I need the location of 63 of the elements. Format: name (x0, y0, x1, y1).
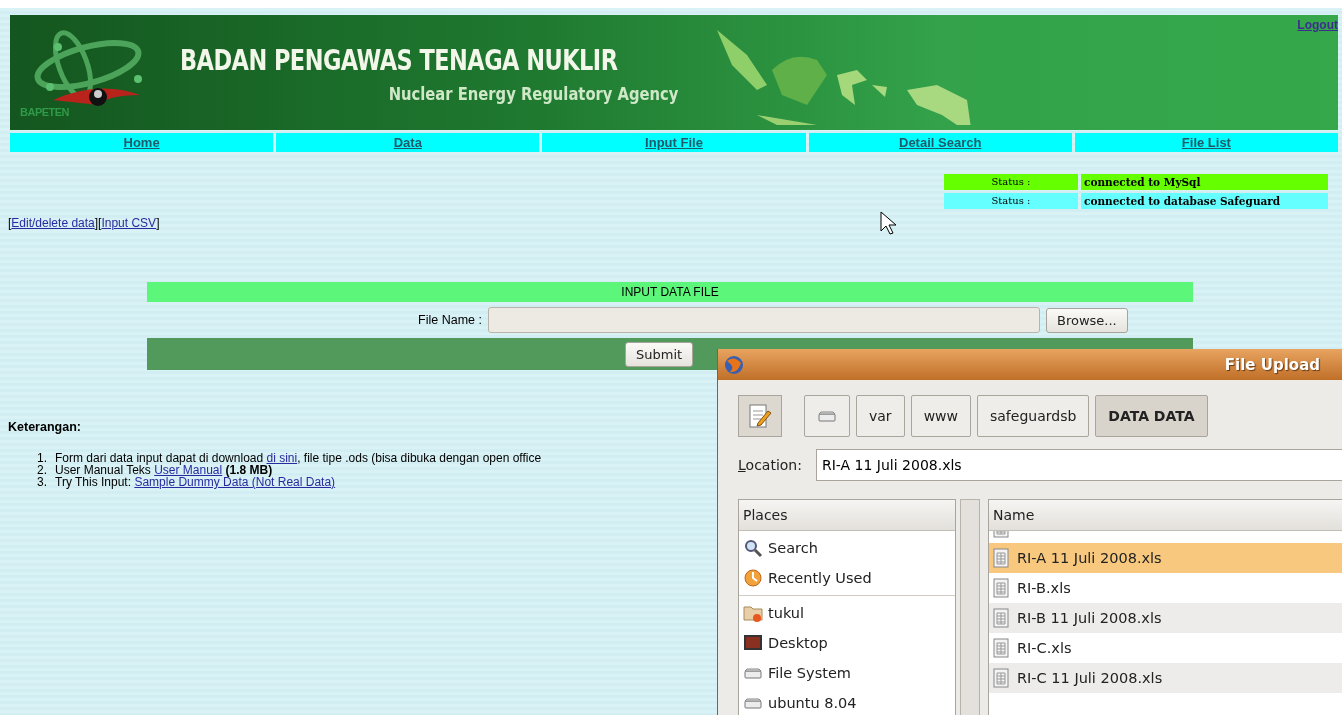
drive-path-button[interactable] (804, 395, 850, 437)
nav-link[interactable]: Input File (542, 133, 806, 152)
places-header: Places (739, 500, 955, 531)
status-value: connected to database Safeguard (1081, 193, 1328, 209)
file-row[interactable]: RI-B 11 Juli 2008.xls (989, 603, 1342, 633)
link[interactable]: User Manual (154, 463, 223, 477)
file-row[interactable]: RI-A 11 Juli 2008.xls (989, 543, 1342, 573)
spreadsheet-file-icon (993, 548, 1009, 568)
search-icon (743, 538, 763, 558)
spreadsheet-file-icon (993, 608, 1009, 628)
place-item[interactable]: Search (739, 533, 955, 563)
list-number: 3. (37, 476, 47, 488)
nav-link[interactable]: Data (276, 133, 540, 152)
globe-icon (724, 354, 744, 375)
scrollbar[interactable] (960, 499, 980, 715)
bracket-text: [ (8, 216, 12, 230)
file-name-label: File Name : (417, 313, 482, 327)
path-button[interactable]: DATA DATA (1095, 395, 1208, 437)
nav-link[interactable]: Detail Search (808, 133, 1072, 152)
agency-subtitle: Nuclear Energy Regulatory Agency (388, 83, 679, 104)
spreadsheet-file-icon (993, 638, 1009, 658)
dialog-title: File Upload (1224, 355, 1320, 374)
place-item[interactable]: tukul (739, 598, 955, 628)
file-row[interactable]: RI-C 11 Juli 2008.xls (989, 663, 1342, 693)
nav-link[interactable]: File List (1074, 133, 1338, 152)
browse-button[interactable]: Browse... (1046, 307, 1128, 333)
path-button[interactable]: safeguardsb (977, 395, 1090, 437)
mouse-pointer-icon (880, 211, 896, 235)
place-item[interactable]: File System (739, 658, 955, 688)
form-title: INPUT DATA FILE (147, 282, 1193, 302)
spreadsheet-file-icon (993, 578, 1009, 598)
bracket-text: ] (156, 216, 160, 230)
status-value: connected to MySql (1081, 174, 1328, 190)
pencil-paper-icon (748, 403, 772, 429)
list-number: 2. (37, 464, 47, 476)
clock-icon (743, 568, 763, 588)
name-column-header[interactable]: Name (989, 500, 1342, 531)
place-item[interactable]: ubuntu 8.04 (739, 688, 955, 715)
location-field[interactable]: RI-A 11 Juli 2008.xls (815, 449, 1342, 481)
home-folder-icon (743, 603, 763, 623)
note-text: Try This Input: Sample Dummy Data (Not Real Data) (55, 476, 336, 488)
link[interactable]: Edit/delete data (11, 216, 95, 230)
bracket-text: ][ (94, 216, 102, 230)
status-label: Status : (944, 193, 1078, 209)
location-label: Location: (738, 457, 802, 473)
place-item[interactable]: Desktop (739, 628, 955, 658)
notes-heading: Keterangan: (8, 420, 82, 434)
agency-title: BADAN PENGAWAS TENAGA NUKLIR (180, 43, 618, 77)
type-location-button[interactable] (738, 395, 782, 437)
logo-text: BAPETEN (20, 106, 71, 118)
path-button[interactable]: var (856, 395, 905, 437)
submit-button[interactable]: Submit (625, 341, 694, 367)
nav-link[interactable]: Home (10, 133, 274, 152)
note-text: User Manual Teks User Manual (1.8 MB) (55, 464, 273, 476)
list-number: 1. (37, 452, 47, 464)
place-item[interactable]: Recently Used (739, 563, 955, 593)
status-label: Status : (944, 174, 1078, 190)
file-name-field[interactable] (488, 307, 1040, 333)
link[interactable]: Sample Dummy Data (Not Real Data) (134, 475, 336, 489)
spreadsheet-file-icon (993, 668, 1009, 688)
note-text: Form dari data input dapat di download di sini, file tipe .ods (bisa dibuka dengan open office (55, 452, 542, 464)
desktop-icon (743, 633, 763, 653)
path-button[interactable]: www (910, 395, 971, 437)
